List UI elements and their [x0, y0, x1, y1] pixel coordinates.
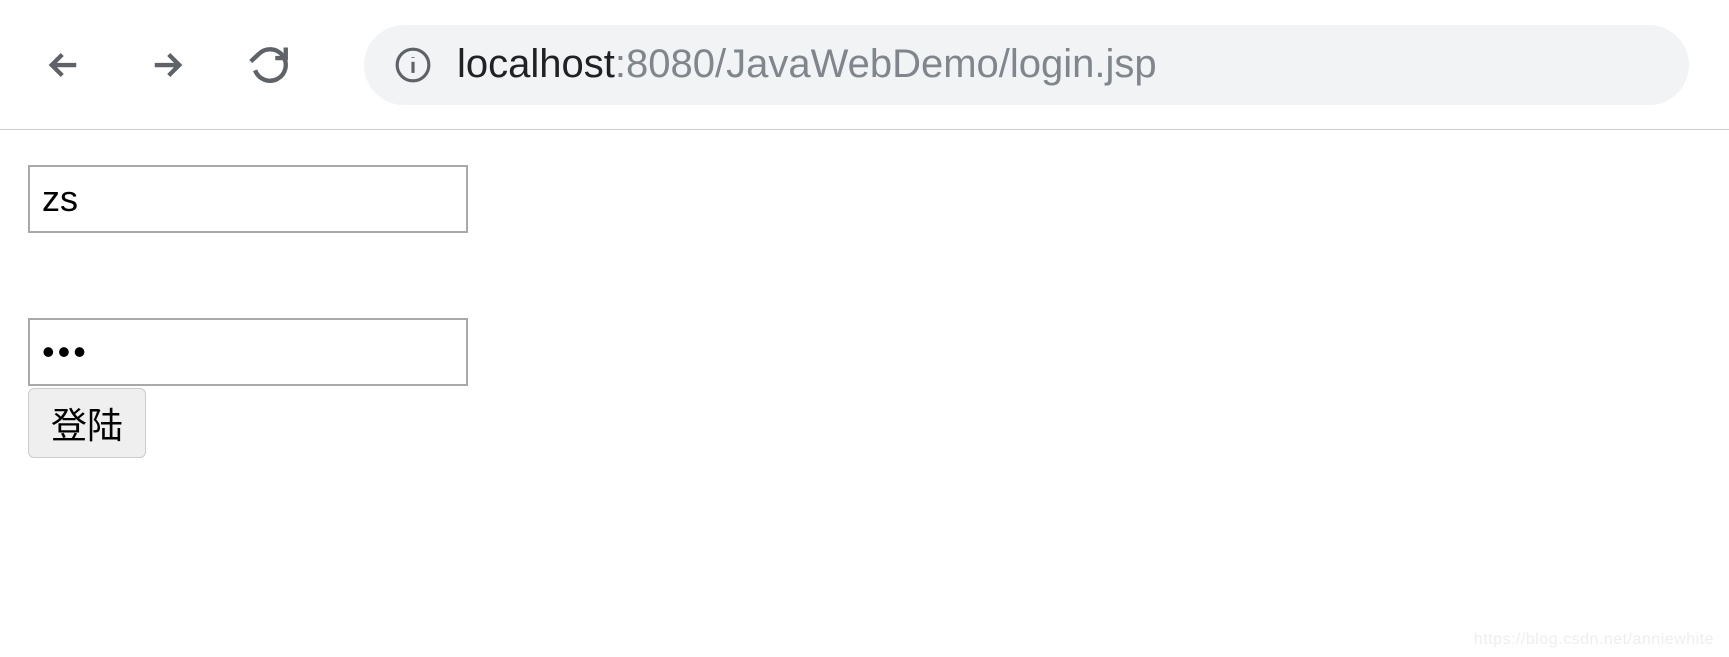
info-icon[interactable] [394, 46, 432, 84]
login-button[interactable]: 登陆 [28, 388, 146, 458]
watermark: https://blog.csdn.net/anniewhite [1474, 631, 1714, 649]
back-icon[interactable] [40, 41, 88, 89]
nav-buttons [40, 41, 294, 89]
url-path: :8080/JavaWebDemo/login.jsp [615, 42, 1157, 86]
url-display: localhost:8080/JavaWebDemo/login.jsp [457, 42, 1157, 87]
page-content: 登陆 [0, 130, 1729, 493]
url-host: localhost [457, 42, 615, 86]
browser-toolbar: localhost:8080/JavaWebDemo/login.jsp [0, 0, 1729, 130]
address-bar[interactable]: localhost:8080/JavaWebDemo/login.jsp [364, 25, 1689, 105]
username-input[interactable] [28, 165, 468, 233]
forward-icon[interactable] [143, 41, 191, 89]
reload-icon[interactable] [246, 41, 294, 89]
password-input[interactable] [28, 318, 468, 386]
